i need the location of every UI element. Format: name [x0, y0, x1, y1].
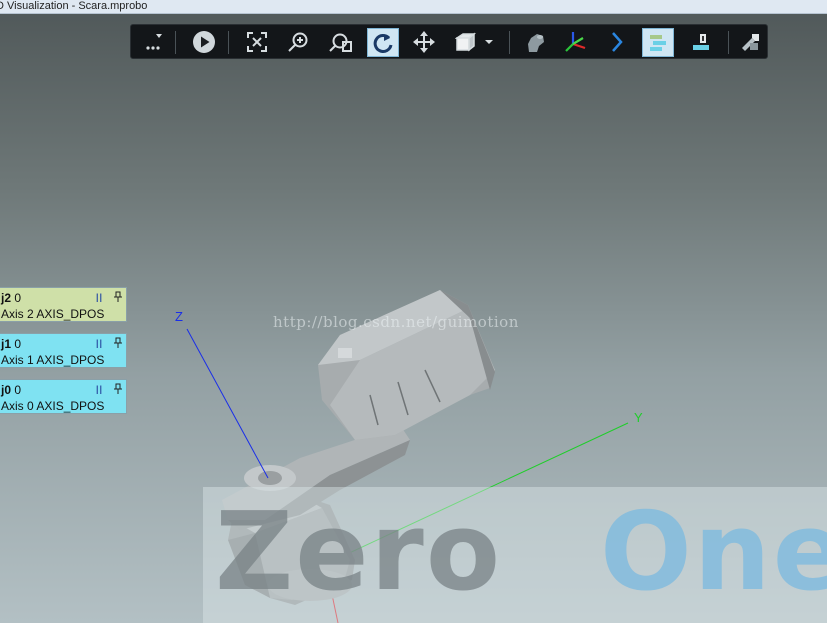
pin-icon[interactable] [113, 291, 123, 303]
pan-button[interactable] [411, 29, 437, 55]
zoom-fit-icon [247, 32, 267, 52]
play-button[interactable] [191, 29, 217, 55]
more-menu-icon [146, 34, 162, 50]
axis-y-label: Y [634, 410, 643, 425]
view-cube-icon [455, 32, 477, 52]
joint-panel-j2[interactable]: j2 0 Axis 2 AXIS_DPOS || [0, 287, 127, 322]
joint-name: j2 [1, 291, 12, 305]
joint-axis-description: Axis 1 AXIS_DPOS [1, 353, 105, 367]
url-watermark: http://blog.csdn.net/guimotion [273, 313, 519, 331]
joint-value: 0 [14, 383, 22, 397]
more-menu-button[interactable] [141, 29, 167, 55]
joint-panel-j1[interactable]: j1 0 Axis 1 AXIS_DPOS || [0, 333, 127, 368]
chevron-right-icon [612, 32, 623, 52]
view-cube-dropdown[interactable] [481, 29, 497, 55]
settings-wrench-button[interactable] [738, 29, 764, 55]
coordinate-axes-icon [565, 32, 586, 52]
joint-panel-j0[interactable]: j0 0 Axis 0 AXIS_DPOS || [0, 379, 127, 414]
tool-button[interactable] [688, 29, 714, 55]
joint-name: j1 [1, 337, 12, 351]
zoom-in-button[interactable] [285, 29, 311, 55]
toolbar-separator [228, 31, 229, 54]
pause-icon[interactable]: || [96, 384, 103, 394]
pin-icon[interactable] [113, 383, 123, 395]
pause-icon[interactable]: || [96, 292, 103, 302]
toolbar-separator [509, 31, 510, 54]
pan-icon [413, 31, 435, 53]
logo-watermark-zero: Zero [215, 490, 503, 615]
joint-value: 0 [14, 337, 22, 351]
rotate-view-button[interactable] [367, 28, 399, 57]
pause-icon[interactable]: || [96, 338, 103, 348]
toolbar-separator [175, 31, 176, 54]
view-toolbar [130, 24, 768, 59]
rotate-view-icon [373, 33, 393, 53]
tool-icon [693, 34, 709, 50]
zoom-fit-button[interactable] [244, 29, 270, 55]
joint-value: 0 [14, 291, 22, 305]
pin-icon[interactable] [113, 337, 123, 349]
chevron-down-icon [485, 40, 493, 44]
play-icon [193, 31, 215, 53]
robot-model-button[interactable] [522, 29, 548, 55]
view-cube-button[interactable] [453, 29, 479, 55]
axis-z-label: Z [175, 309, 183, 324]
joint-axis-description: Axis 2 AXIS_DPOS [1, 307, 105, 321]
joint-panels-icon [650, 34, 666, 51]
expand-panel-button[interactable] [604, 29, 630, 55]
joint-panels-button[interactable] [642, 28, 674, 57]
joint-name: j0 [1, 383, 12, 397]
zoom-in-icon [288, 32, 308, 52]
zoom-window-button[interactable] [328, 29, 354, 55]
joint-axis-description: Axis 0 AXIS_DPOS [1, 399, 105, 413]
logo-watermark-one: One [600, 490, 827, 615]
settings-wrench-icon [742, 34, 759, 51]
toolbar-separator [728, 31, 729, 54]
robot-model-icon [528, 34, 544, 52]
zoom-window-icon [329, 33, 352, 52]
coordinate-axes-button[interactable] [562, 29, 588, 55]
axis-z-line [186, 328, 269, 479]
